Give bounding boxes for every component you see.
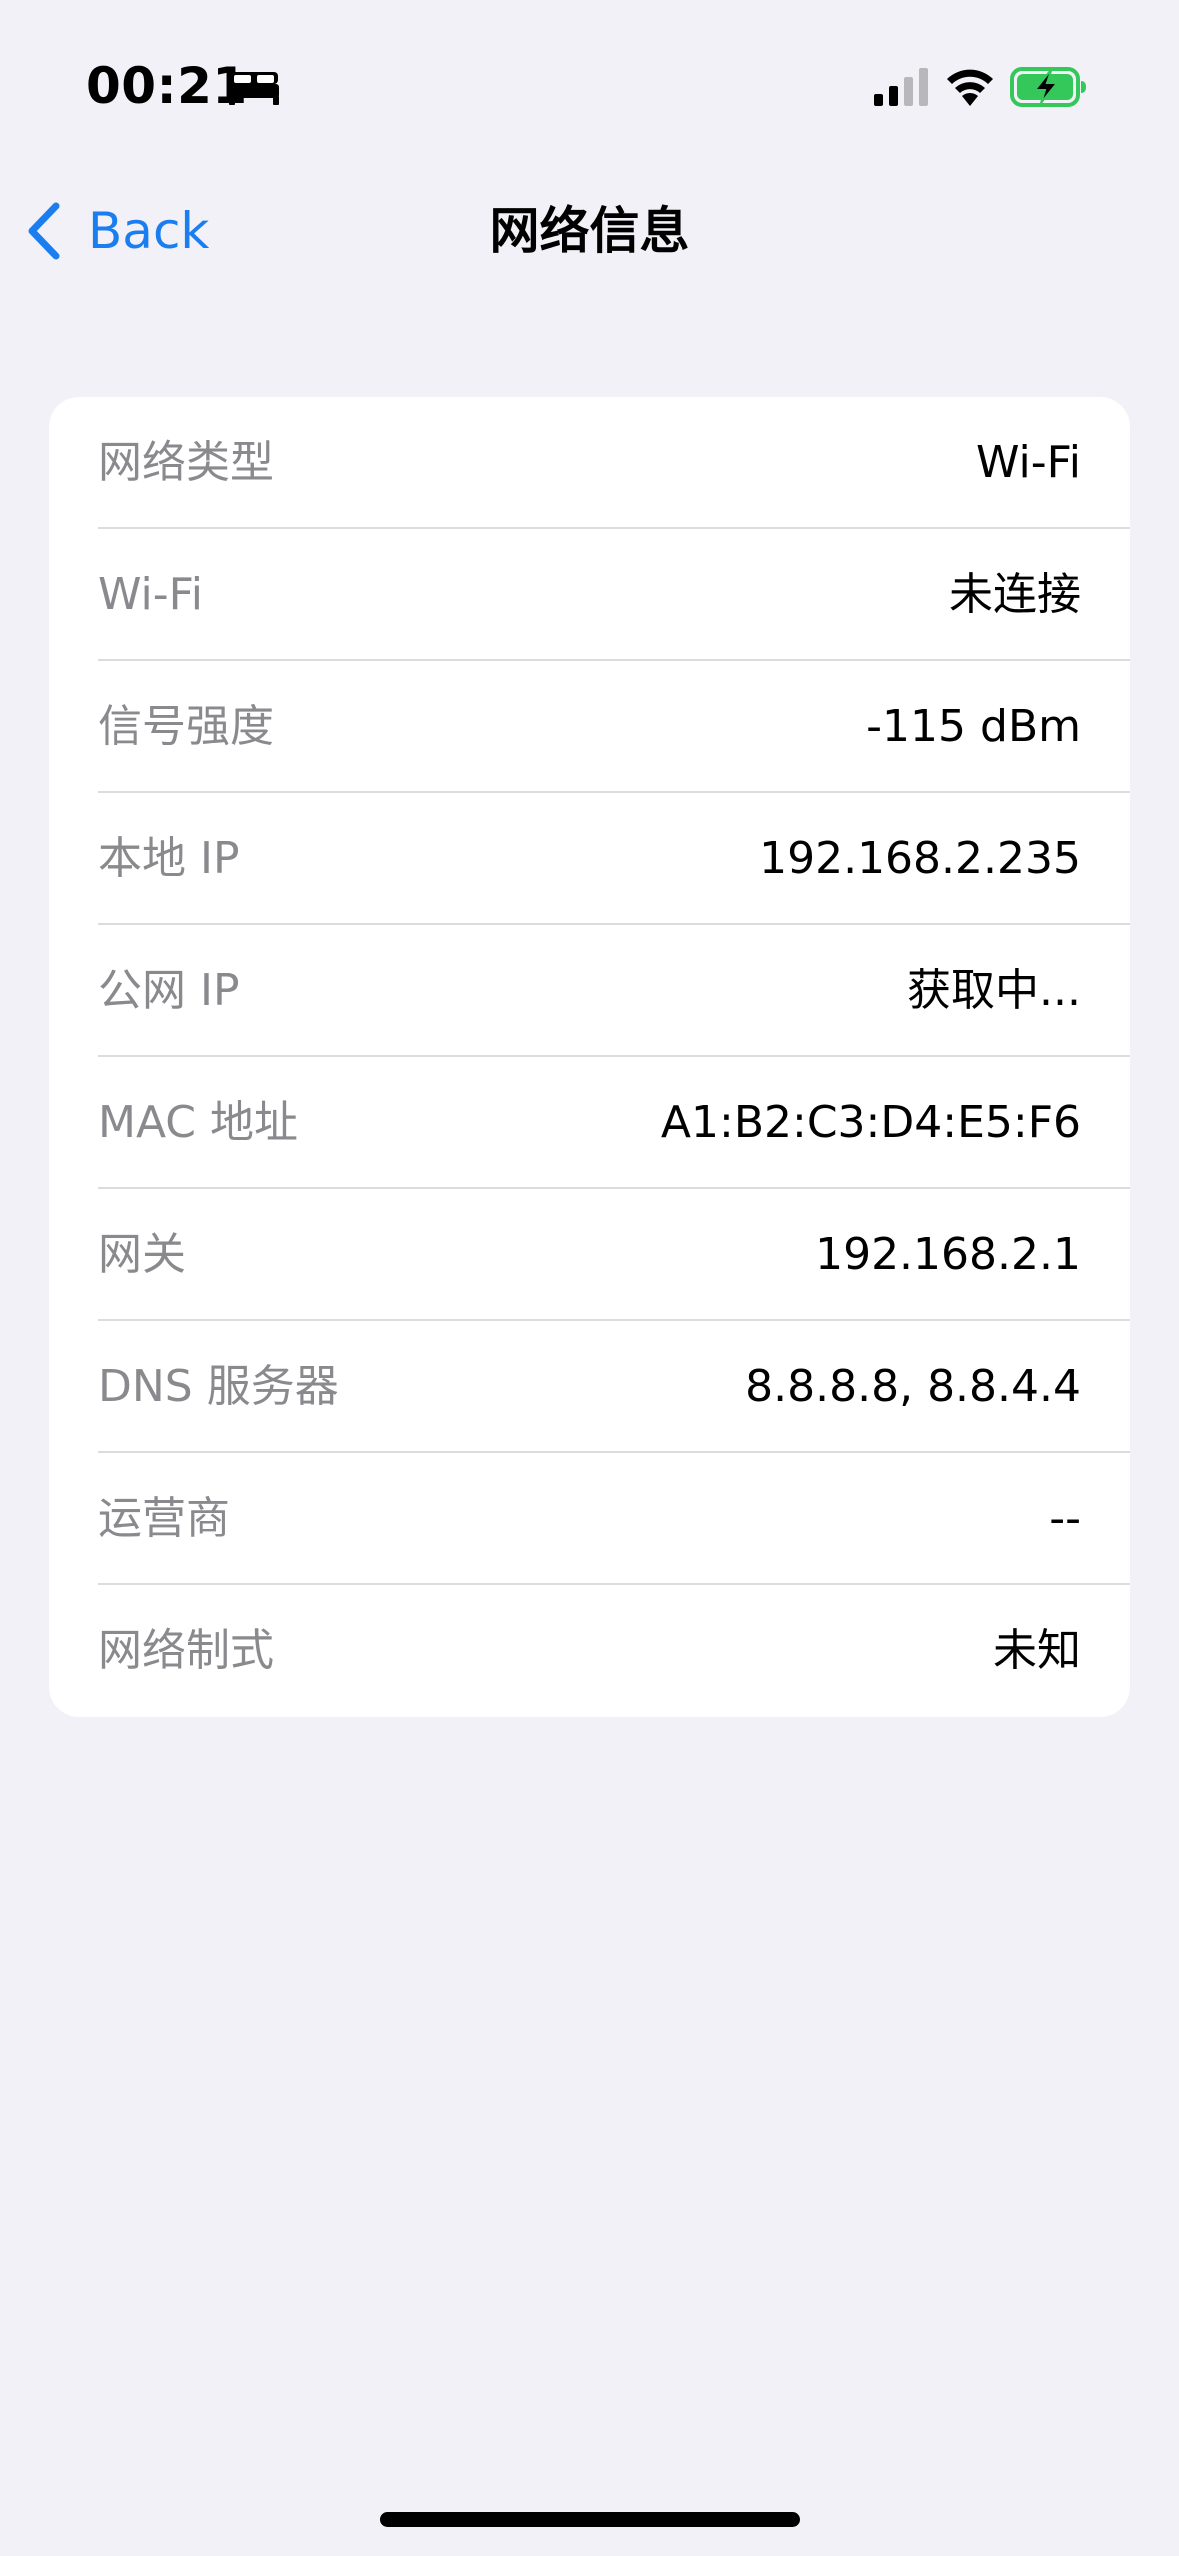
row-dns-servers: DNS 服务器 8.8.8.8, 8.8.4.4 [49, 1321, 1130, 1453]
row-mac-address: MAC 地址 A1:B2:C3:D4:E5:F6 [49, 1057, 1130, 1189]
row-label: 公网 IP [98, 965, 240, 1016]
row-label: DNS 服务器 [98, 1361, 339, 1412]
row-value: Wi-Fi [976, 437, 1081, 488]
battery-charging-icon [1010, 67, 1086, 107]
row-local-ip: 本地 IP 192.168.2.235 [49, 793, 1130, 925]
row-label: 网络制式 [98, 1625, 274, 1676]
row-value: 获取中... [907, 965, 1081, 1016]
row-network-type: 网络类型 Wi-Fi [49, 397, 1130, 529]
row-value: 未连接 [949, 569, 1081, 620]
home-indicator[interactable] [380, 2512, 800, 2527]
row-label: MAC 地址 [98, 1097, 298, 1148]
status-time: 00:21 [86, 57, 248, 115]
status-bar: 00:21 [0, 0, 1179, 170]
row-network-mode: 网络制式 未知 [49, 1585, 1130, 1717]
row-label: 本地 IP [98, 833, 240, 884]
row-wifi: Wi-Fi 未连接 [49, 529, 1130, 661]
network-info-card: 网络类型 Wi-Fi Wi-Fi 未连接 信号强度 -115 dBm 本地 IP… [49, 397, 1130, 1717]
row-label: 运营商 [98, 1493, 230, 1544]
bed-icon [229, 72, 279, 105]
row-label: Wi-Fi [98, 569, 203, 620]
cellular-signal-icon [874, 68, 928, 106]
row-value: -- [1049, 1493, 1081, 1544]
row-value: 8.8.8.8, 8.8.4.4 [745, 1361, 1081, 1412]
row-value: -115 dBm [866, 701, 1081, 752]
row-label: 网络类型 [98, 437, 274, 488]
row-signal-strength: 信号强度 -115 dBm [49, 661, 1130, 793]
row-value: 192.168.2.235 [759, 833, 1081, 884]
row-label: 信号强度 [98, 701, 274, 752]
row-label: 网关 [98, 1229, 186, 1280]
navigation-bar: Back 网络信息 [0, 180, 1179, 280]
row-carrier: 运营商 -- [49, 1453, 1130, 1585]
row-value: A1:B2:C3:D4:E5:F6 [660, 1097, 1081, 1148]
wifi-icon [947, 69, 993, 106]
row-value: 192.168.2.1 [815, 1229, 1081, 1280]
row-gateway: 网关 192.168.2.1 [49, 1189, 1130, 1321]
row-value: 未知 [993, 1625, 1081, 1676]
row-public-ip: 公网 IP 获取中... [49, 925, 1130, 1057]
page-title: 网络信息 [489, 202, 690, 260]
